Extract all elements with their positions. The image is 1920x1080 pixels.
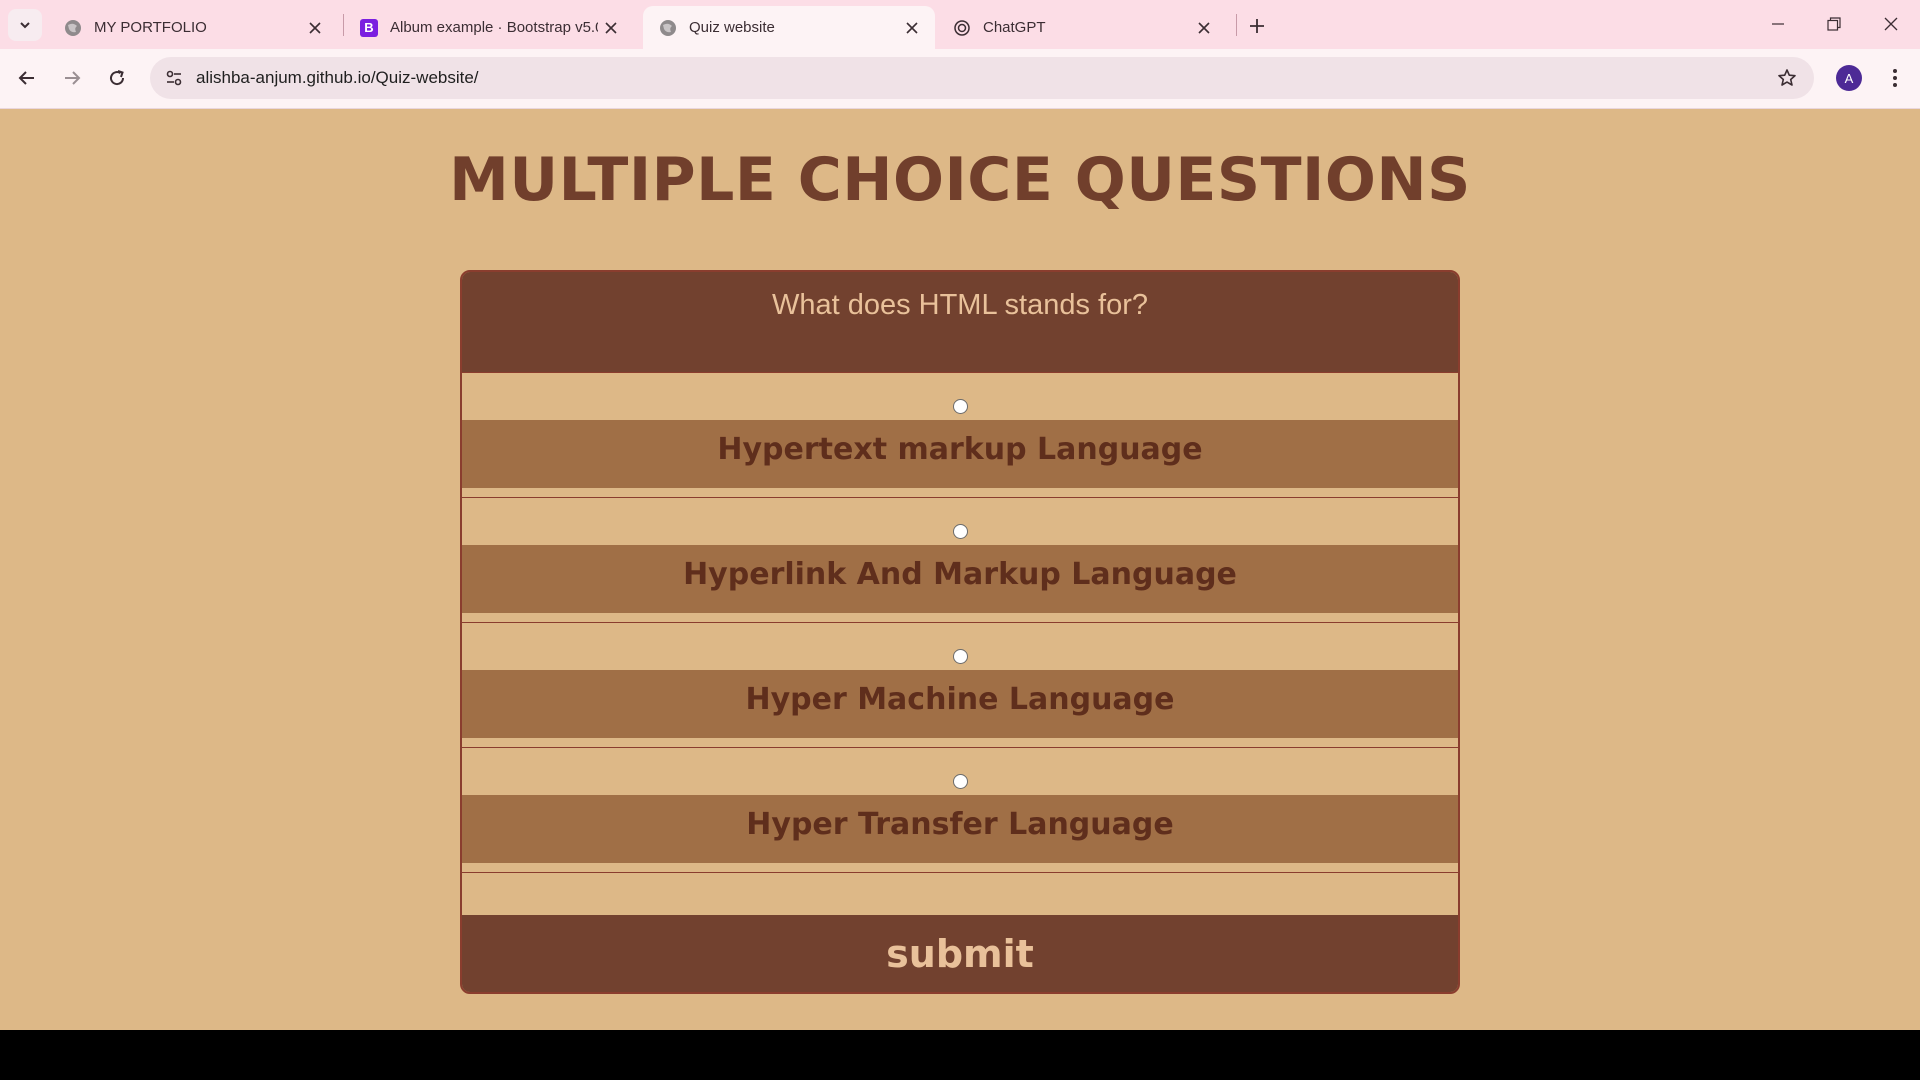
globe-icon <box>659 19 677 37</box>
more-vert-icon <box>1893 69 1897 87</box>
close-window-button[interactable] <box>1863 0 1919 48</box>
close-icon <box>1884 17 1898 31</box>
site-settings-icon[interactable] <box>160 64 188 92</box>
tab-strip: MY PORTFOLIO B Album example · Bootstrap… <box>0 0 1920 49</box>
option-label[interactable]: Hyper Machine Language <box>462 670 1458 738</box>
quiz-card: What does HTML stands for? Hypertext mar… <box>460 270 1460 994</box>
question-header: What does HTML stands for? <box>462 272 1458 373</box>
bootstrap-icon-letter: B <box>360 18 378 37</box>
tab-search-button[interactable] <box>8 9 42 41</box>
tab-title: Quiz website <box>689 19 775 36</box>
browser-menu-button[interactable] <box>1880 63 1910 93</box>
reload-button[interactable] <box>100 61 134 95</box>
page-viewport: MULTIPLE CHOICE QUESTIONS What does HTML… <box>0 109 1920 1030</box>
option-radio[interactable] <box>953 649 968 664</box>
back-button[interactable] <box>10 61 44 95</box>
option-radio[interactable] <box>953 399 968 414</box>
new-tab-button[interactable] <box>1242 11 1272 41</box>
tab-quiz-website[interactable]: Quiz website <box>643 6 935 49</box>
address-bar[interactable]: alishba-anjum.github.io/Quiz-website/ <box>150 57 1814 99</box>
option-row: Hyper Machine Language <box>462 623 1458 748</box>
tab-separator <box>1236 14 1237 36</box>
tab-title: ChatGPT <box>983 19 1046 36</box>
close-tab-icon[interactable] <box>302 15 328 41</box>
minimize-button[interactable] <box>1750 0 1806 48</box>
close-tab-icon[interactable] <box>598 15 624 41</box>
option-row: Hyper Transfer Language <box>462 748 1458 873</box>
bookmark-star-icon[interactable] <box>1774 65 1800 91</box>
option-label[interactable]: Hyper Transfer Language <box>462 795 1458 863</box>
minimize-icon <box>1772 23 1784 25</box>
tab-album-example[interactable]: B Album example · Bootstrap v5.0 <box>344 6 634 49</box>
question-text: What does HTML stands for? <box>771 289 1149 321</box>
arrow-left-icon <box>18 71 34 85</box>
option-label[interactable]: Hypertext markup Language <box>462 420 1458 488</box>
submit-bar: submit <box>462 915 1458 992</box>
restore-button[interactable] <box>1806 0 1862 48</box>
profile-initial: A <box>1844 70 1854 86</box>
profile-avatar[interactable]: A <box>1836 65 1862 91</box>
reload-icon <box>110 70 125 86</box>
tab-chatgpt[interactable]: ChatGPT <box>937 6 1227 49</box>
restore-icon <box>1827 17 1841 31</box>
forward-button[interactable] <box>55 61 89 95</box>
screen-bottom-area <box>0 1030 1920 1080</box>
close-tab-icon[interactable] <box>899 15 925 41</box>
bootstrap-icon: B <box>360 18 378 37</box>
browser-toolbar: alishba-anjum.github.io/Quiz-website/ A <box>0 49 1920 109</box>
tab-my-portfolio[interactable]: MY PORTFOLIO <box>48 6 338 49</box>
option-row: Hyperlink And Markup Language <box>462 498 1458 623</box>
option-radio[interactable] <box>953 524 968 539</box>
tab-title: MY PORTFOLIO <box>94 19 207 36</box>
tab-title: Album example · Bootstrap v5.0 <box>390 19 598 36</box>
arrow-right-icon <box>65 71 81 85</box>
option-label[interactable]: Hyperlink And Markup Language <box>462 545 1458 613</box>
submit-button[interactable]: submit <box>886 932 1034 976</box>
page-title: MULTIPLE CHOICE QUESTIONS <box>449 145 1471 215</box>
chevron-down-icon <box>20 22 30 29</box>
option-row: Hypertext markup Language <box>462 373 1458 498</box>
close-tab-icon[interactable] <box>1191 15 1217 41</box>
chatgpt-icon <box>953 19 971 37</box>
plus-icon <box>1250 19 1264 33</box>
option-radio[interactable] <box>953 774 968 789</box>
url-text[interactable]: alishba-anjum.github.io/Quiz-website/ <box>196 68 479 88</box>
globe-icon <box>64 19 82 37</box>
